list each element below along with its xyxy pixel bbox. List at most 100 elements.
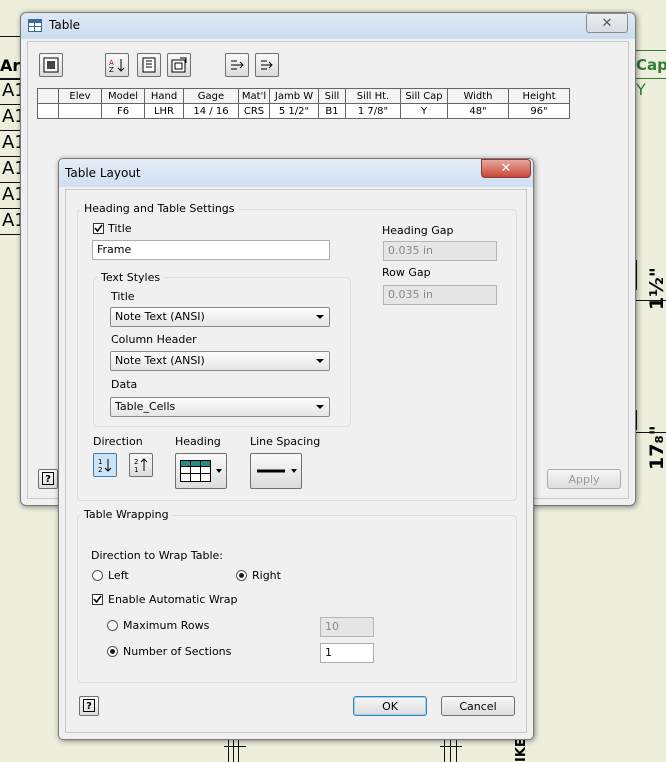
table-cell[interactable]: [58, 103, 102, 119]
style-title-label: Title: [111, 290, 135, 303]
table-header-cell[interactable]: Model: [101, 88, 145, 104]
table-cell[interactable]: 48": [447, 103, 509, 119]
columns-icon: [142, 57, 156, 73]
column-header-dropdown[interactable]: Note Text (ANSI): [110, 351, 330, 371]
table-cell[interactable]: CRS: [238, 103, 270, 119]
sort-button[interactable]: AZ: [105, 53, 129, 77]
max-rows-radio[interactable]: [107, 620, 118, 631]
direction-label: Direction: [93, 435, 143, 448]
bg-right-header: Cap: [636, 56, 666, 74]
ok-button[interactable]: OK: [353, 696, 427, 716]
table-header-cell[interactable]: Sill Cap: [400, 88, 448, 104]
table-header-cell[interactable]: Gage: [183, 88, 239, 104]
table-help-button[interactable]: ?: [38, 469, 58, 489]
table-props-button[interactable]: [39, 53, 63, 77]
title-checkbox[interactable]: [93, 223, 104, 234]
help-icon: ?: [83, 699, 95, 712]
title-input[interactable]: Frame: [92, 240, 330, 260]
table-cell[interactable]: F6: [101, 103, 145, 119]
table-header-cell[interactable]: Mat'l: [238, 88, 270, 104]
bg-line: [233, 740, 234, 762]
table-header-cell[interactable]: [37, 88, 59, 104]
table-header-cell[interactable]: Hand: [144, 88, 184, 104]
direction-wrap-label: Direction to Wrap Table:: [91, 549, 224, 562]
layout-dialog-title: Table Layout: [65, 166, 141, 180]
direction-up-button[interactable]: 21: [129, 453, 153, 477]
table-header-cell[interactable]: Jamb W: [269, 88, 319, 104]
bg-line: [238, 740, 239, 762]
wrap-left-radio[interactable]: [92, 570, 103, 581]
data-label: Data: [111, 378, 138, 391]
chevron-down-icon: [316, 315, 324, 319]
sections-input[interactable]: 1: [320, 643, 374, 663]
apply-button[interactable]: Apply: [547, 469, 621, 489]
cancel-button[interactable]: Cancel: [441, 696, 515, 716]
export-button[interactable]: [225, 53, 249, 77]
row-gap-label: Row Gap: [382, 266, 431, 279]
direction-down-button[interactable]: 12: [93, 453, 117, 477]
table-props-icon: [43, 57, 59, 73]
line-weight-icon: [257, 469, 285, 473]
import-button[interactable]: [255, 53, 279, 77]
bg-line: [0, 104, 22, 105]
table-wrapping-label: Table Wrapping: [81, 508, 172, 521]
columns-button[interactable]: [137, 53, 161, 77]
auto-wrap-checkbox[interactable]: [92, 594, 103, 605]
table-cell[interactable]: 1 7/8": [345, 103, 401, 119]
max-rows-input[interactable]: 10: [320, 617, 374, 637]
wrap-left-label: Left: [108, 569, 129, 582]
bg-line: [636, 432, 666, 433]
table-header-cell[interactable]: Height: [508, 88, 570, 104]
auto-wrap-label: Enable Automatic Wrap: [108, 593, 238, 606]
bg-line: [0, 208, 22, 209]
table-header-cell[interactable]: Sill Ht.: [345, 88, 401, 104]
format-button[interactable]: [167, 53, 191, 77]
heading-position-dropdown[interactable]: [175, 453, 227, 489]
table-header-cell[interactable]: Sill: [318, 88, 346, 104]
row-gap-input[interactable]: 0.035 in: [383, 285, 497, 305]
close-icon: ✕: [500, 161, 512, 176]
bg-line: [224, 746, 246, 747]
table-window-title: Table: [49, 18, 81, 32]
heading-label: Heading: [175, 435, 221, 448]
help-icon: ?: [42, 472, 54, 485]
bg-line: [456, 740, 457, 762]
table-header-cell[interactable]: Elev: [58, 88, 102, 104]
data-style-dropdown[interactable]: Table_Cells: [110, 397, 330, 417]
sort-up-icon: 21: [134, 458, 148, 473]
svg-text:2: 2: [134, 458, 138, 466]
layout-help-button[interactable]: ?: [79, 696, 99, 716]
bg-line: [228, 740, 229, 762]
table-window-titlebar[interactable]: [21, 13, 635, 39]
table-header-cell[interactable]: Width: [447, 88, 509, 104]
checkmark-icon: [94, 224, 103, 233]
bg-line: [634, 50, 666, 51]
table-cell[interactable]: 14 / 16: [183, 103, 239, 119]
svg-text:1: 1: [134, 466, 138, 473]
data-style-value: Table_Cells: [115, 400, 176, 413]
table-cell[interactable]: 5 1/2": [269, 103, 319, 119]
bg-line: [0, 36, 22, 37]
table-cell[interactable]: [37, 103, 59, 119]
wrap-right-radio[interactable]: [236, 570, 247, 581]
max-rows-label: Maximum Rows: [123, 619, 210, 632]
column-header-label: Column Header: [111, 333, 197, 346]
title-style-dropdown[interactable]: Note Text (ANSI): [110, 307, 330, 327]
table-grid: Elev Model Hand Gage Mat'l Jamb W Sill S…: [37, 88, 570, 119]
export-icon: [231, 60, 244, 70]
table-cell[interactable]: Y: [400, 103, 448, 119]
table-cell[interactable]: LHR: [144, 103, 184, 119]
table-cell[interactable]: 96": [508, 103, 570, 119]
layout-close-button[interactable]: ✕: [481, 159, 531, 178]
bg-line: [444, 740, 445, 762]
line-spacing-dropdown[interactable]: [250, 453, 302, 489]
svg-text:Z: Z: [109, 66, 114, 73]
bg-line: [0, 130, 22, 131]
bg-line: [636, 300, 666, 301]
heading-gap-input[interactable]: 0.035 in: [383, 241, 497, 261]
chevron-down-icon: [316, 405, 324, 409]
import-icon: [261, 60, 273, 70]
table-cell[interactable]: B1: [318, 103, 346, 119]
close-button[interactable]: ✕: [586, 13, 628, 33]
sections-radio[interactable]: [107, 646, 118, 657]
